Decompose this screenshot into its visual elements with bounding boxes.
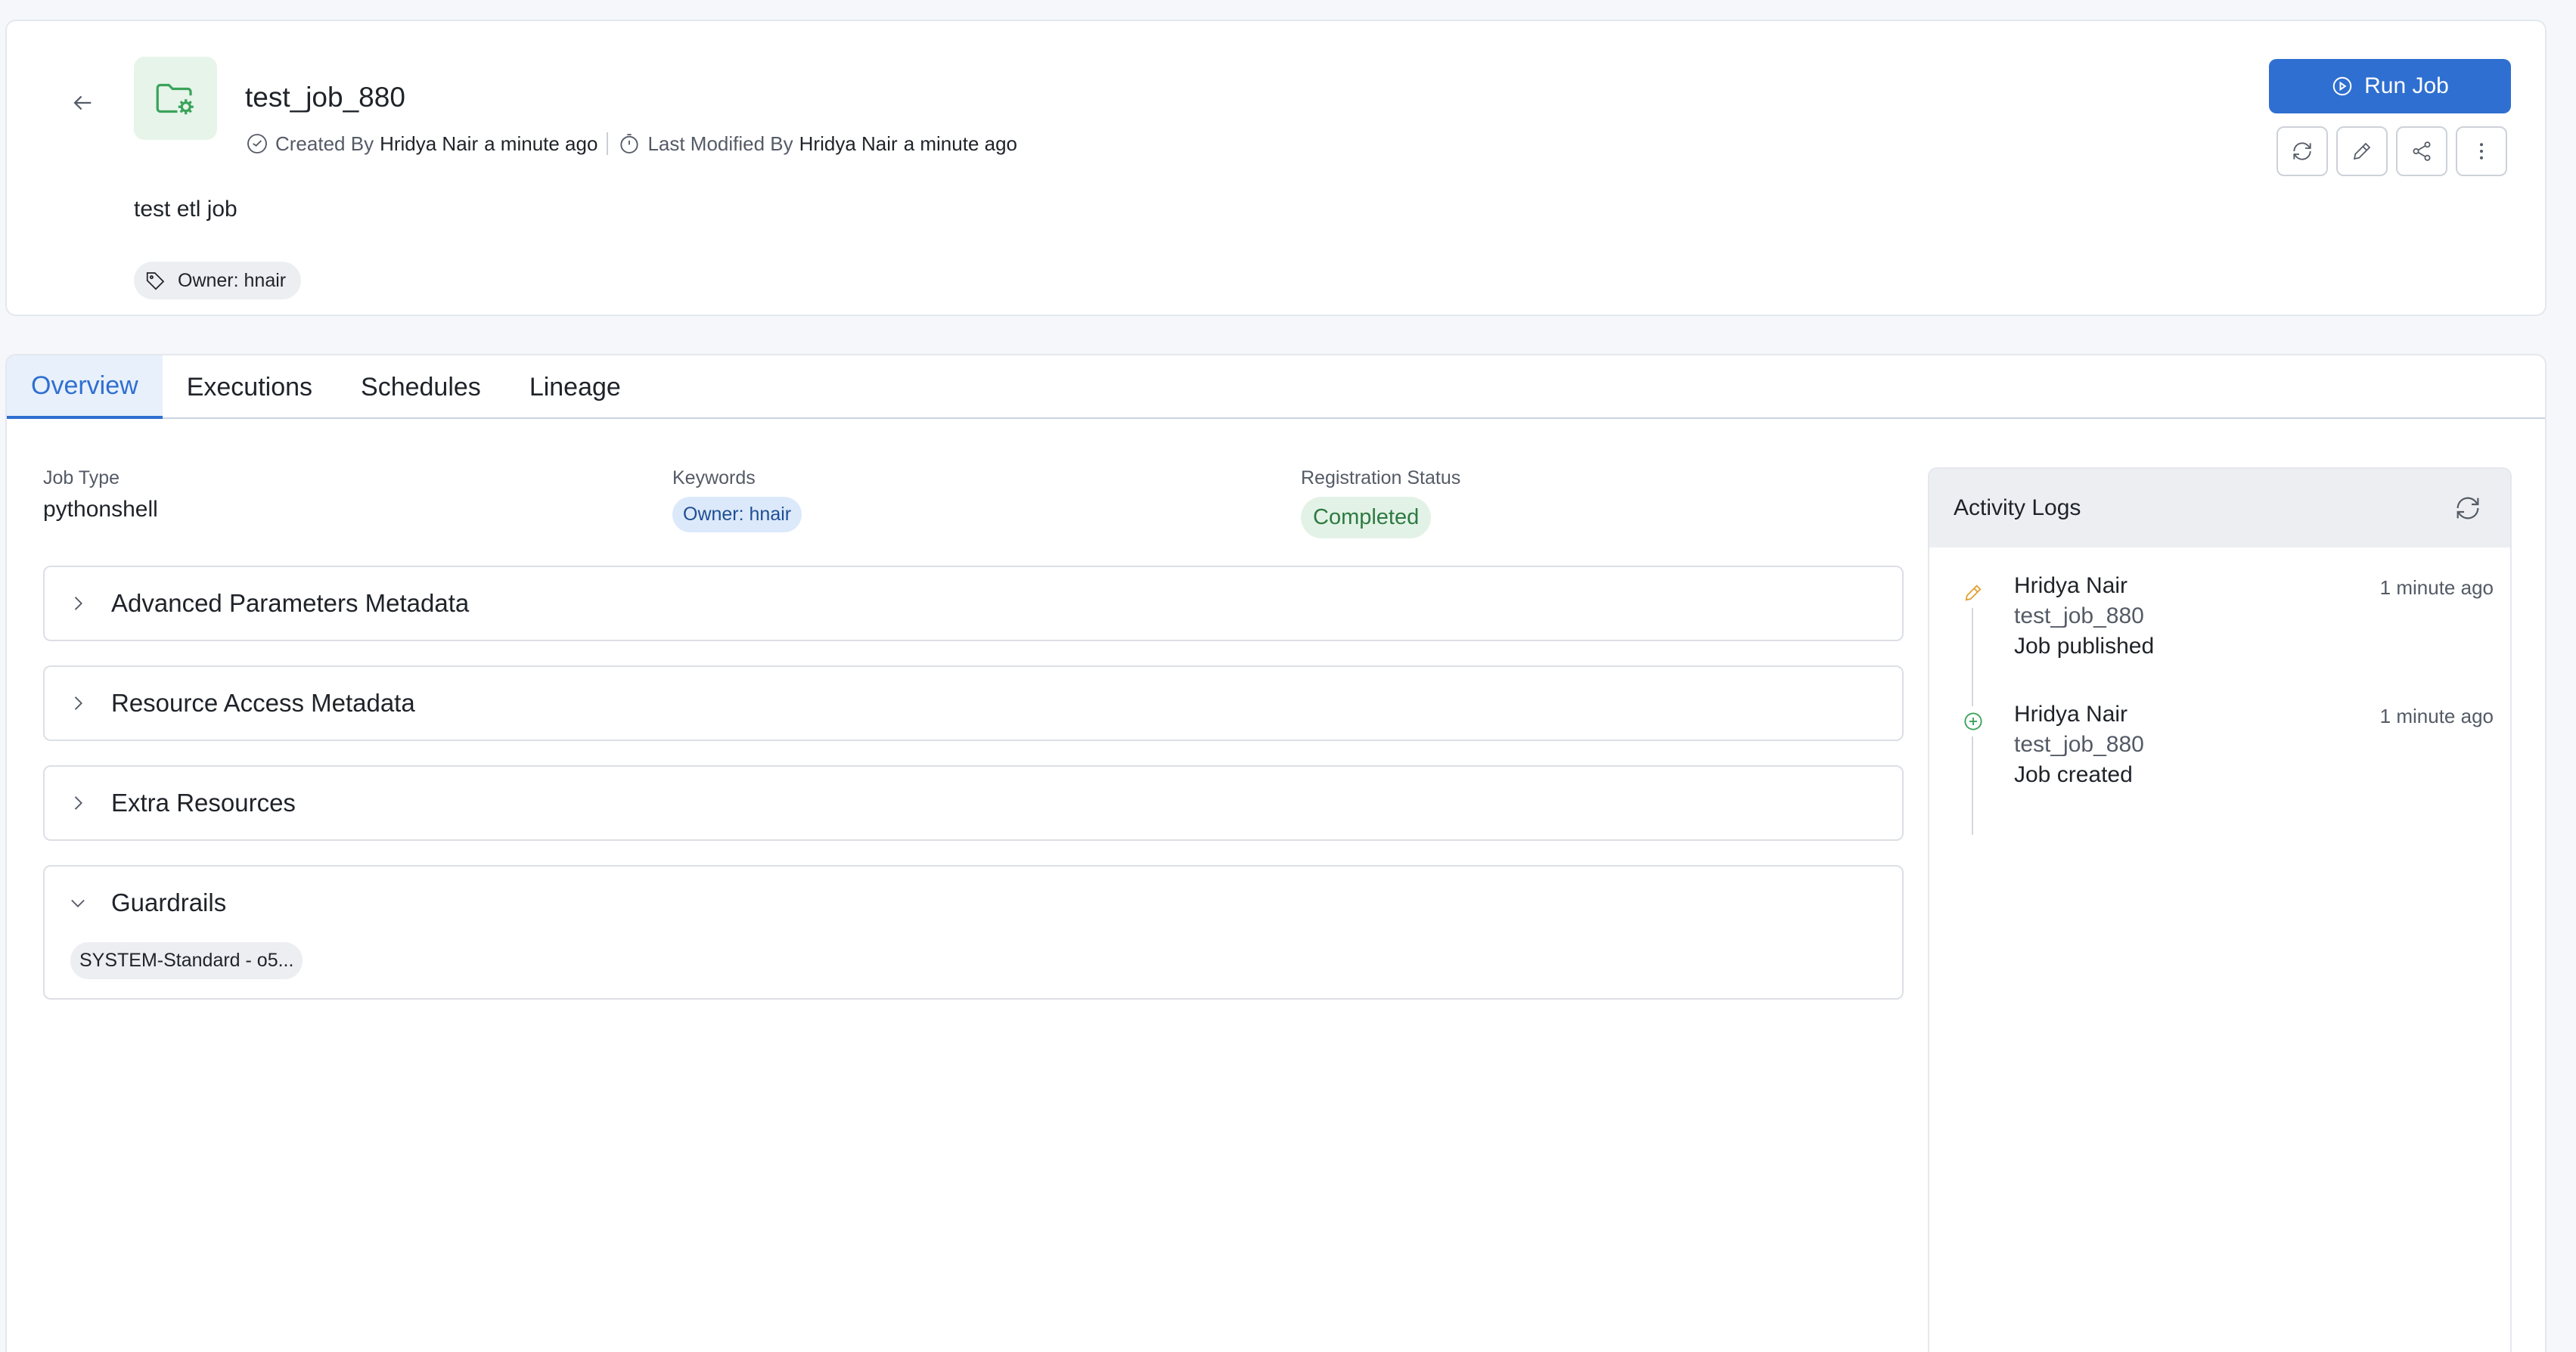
accordion-header[interactable]: Resource Access Metadata (45, 667, 1902, 740)
log-action: Job published (2014, 634, 2155, 659)
keyword-chip: Owner: hnair (672, 497, 802, 532)
job-details-card: Overview Executions Schedules Lineage Jo… (5, 354, 2547, 1352)
chevron-right-icon (74, 796, 82, 810)
chevron-down-icon (71, 899, 85, 907)
refresh-button[interactable] (2277, 126, 2328, 176)
pencil-icon (1965, 585, 1982, 601)
meta-divider (607, 132, 609, 155)
guardrail-chip[interactable]: SYSTEM-Standard - o5... (70, 942, 303, 979)
timer-icon (620, 134, 639, 153)
job-icon (134, 57, 217, 140)
log-item-name: test_job_880 (2014, 603, 2144, 628)
plus-circle-icon (1964, 712, 1982, 730)
registration-status-field: Registration Status Completed (1301, 467, 1460, 538)
modified-by: Hridya Nair (799, 132, 898, 155)
modified-when: a minute ago (903, 132, 1018, 155)
created-when: a minute ago (484, 132, 598, 155)
accordion-title: Resource Access Metadata (111, 689, 415, 717)
job-header-card: test_job_880 Created By Hridya Nair a mi… (5, 20, 2547, 316)
log-action: Job created (2014, 762, 2133, 787)
tab-lineage[interactable]: Lineage (505, 355, 645, 419)
job-title: test_job_880 (245, 82, 405, 113)
job-description: test etl job (134, 197, 237, 222)
accordion-header[interactable]: Guardrails (45, 867, 1902, 939)
modified-label: Last Modified By (647, 132, 793, 155)
accordion-header[interactable]: Advanced Parameters Metadata (45, 567, 1902, 640)
more-options-button[interactable] (2456, 126, 2507, 176)
tab-bar: Overview Executions Schedules Lineage (7, 355, 2545, 419)
job-type-label: Job Type (43, 467, 120, 488)
log-item-name: test_job_880 (2014, 732, 2144, 757)
pencil-icon (2353, 142, 2371, 160)
accordion-extra-resources: Extra Resources (43, 765, 1904, 841)
back-button[interactable] (60, 80, 105, 126)
more-vertical-icon (2480, 143, 2483, 160)
accordion-title: Guardrails (111, 888, 227, 916)
job-type-field: Job Type pythonshell (43, 467, 158, 523)
accordion-guardrails: Guardrails SYSTEM-Standard - o5... (43, 865, 1904, 1000)
clock-icon (247, 134, 267, 153)
log-icon (1958, 706, 1988, 736)
refresh-icon (2457, 497, 2479, 519)
accordion-advanced-parameters: Advanced Parameters Metadata (43, 566, 1904, 641)
created-by: Hridya Nair (380, 132, 479, 155)
created-label: Created By (275, 132, 374, 155)
tab-overview[interactable]: Overview (7, 355, 163, 419)
keywords-field: Keywords Owner: hnair (672, 467, 802, 532)
chevron-right-icon (74, 597, 82, 610)
tag-icon (146, 272, 165, 290)
run-job-button[interactable]: Run Job (2269, 59, 2511, 113)
log-user: Hridya Nair (2014, 702, 2128, 727)
chevron-right-icon (74, 696, 82, 710)
play-circle-icon (2332, 76, 2352, 96)
tab-executions[interactable]: Executions (163, 355, 337, 419)
accordion-header[interactable]: Extra Resources (45, 767, 1902, 839)
activity-logs-panel: Activity Logs Hridya Nair 1 minute ago t… (1928, 467, 2512, 1352)
log-icon (1958, 578, 1988, 608)
edit-button[interactable] (2336, 126, 2388, 176)
accordion-resource-access: Resource Access Metadata (43, 665, 1904, 741)
log-user: Hridya Nair (2014, 573, 2128, 598)
folder-gear-icon (156, 83, 194, 115)
activity-logs-header: Activity Logs (1929, 469, 2510, 547)
log-time: 1 minute ago (2379, 705, 2494, 727)
keywords-label: Keywords (672, 467, 756, 488)
job-type-value: pythonshell (43, 497, 158, 522)
status-badge: Completed (1301, 497, 1432, 538)
log-time: 1 minute ago (2379, 576, 2494, 599)
refresh-icon (2293, 142, 2311, 160)
accordion-title: Extra Resources (111, 789, 296, 817)
job-meta: Created By Hridya Nair a minute ago Last… (245, 132, 1017, 156)
owner-chip-label: Owner: hnair (178, 269, 287, 291)
activity-logs-title: Activity Logs (1954, 495, 2081, 520)
tab-schedules[interactable]: Schedules (337, 355, 505, 419)
share-icon (2413, 141, 2431, 161)
accordion-title: Advanced Parameters Metadata (111, 589, 470, 617)
arrow-left-icon (73, 95, 92, 110)
registration-status-label: Registration Status (1301, 467, 1461, 488)
owner-chip: Owner: hnair (134, 262, 302, 299)
share-button[interactable] (2396, 126, 2447, 176)
activity-refresh-button[interactable] (2453, 493, 2483, 523)
run-job-label: Run Job (2364, 73, 2449, 98)
